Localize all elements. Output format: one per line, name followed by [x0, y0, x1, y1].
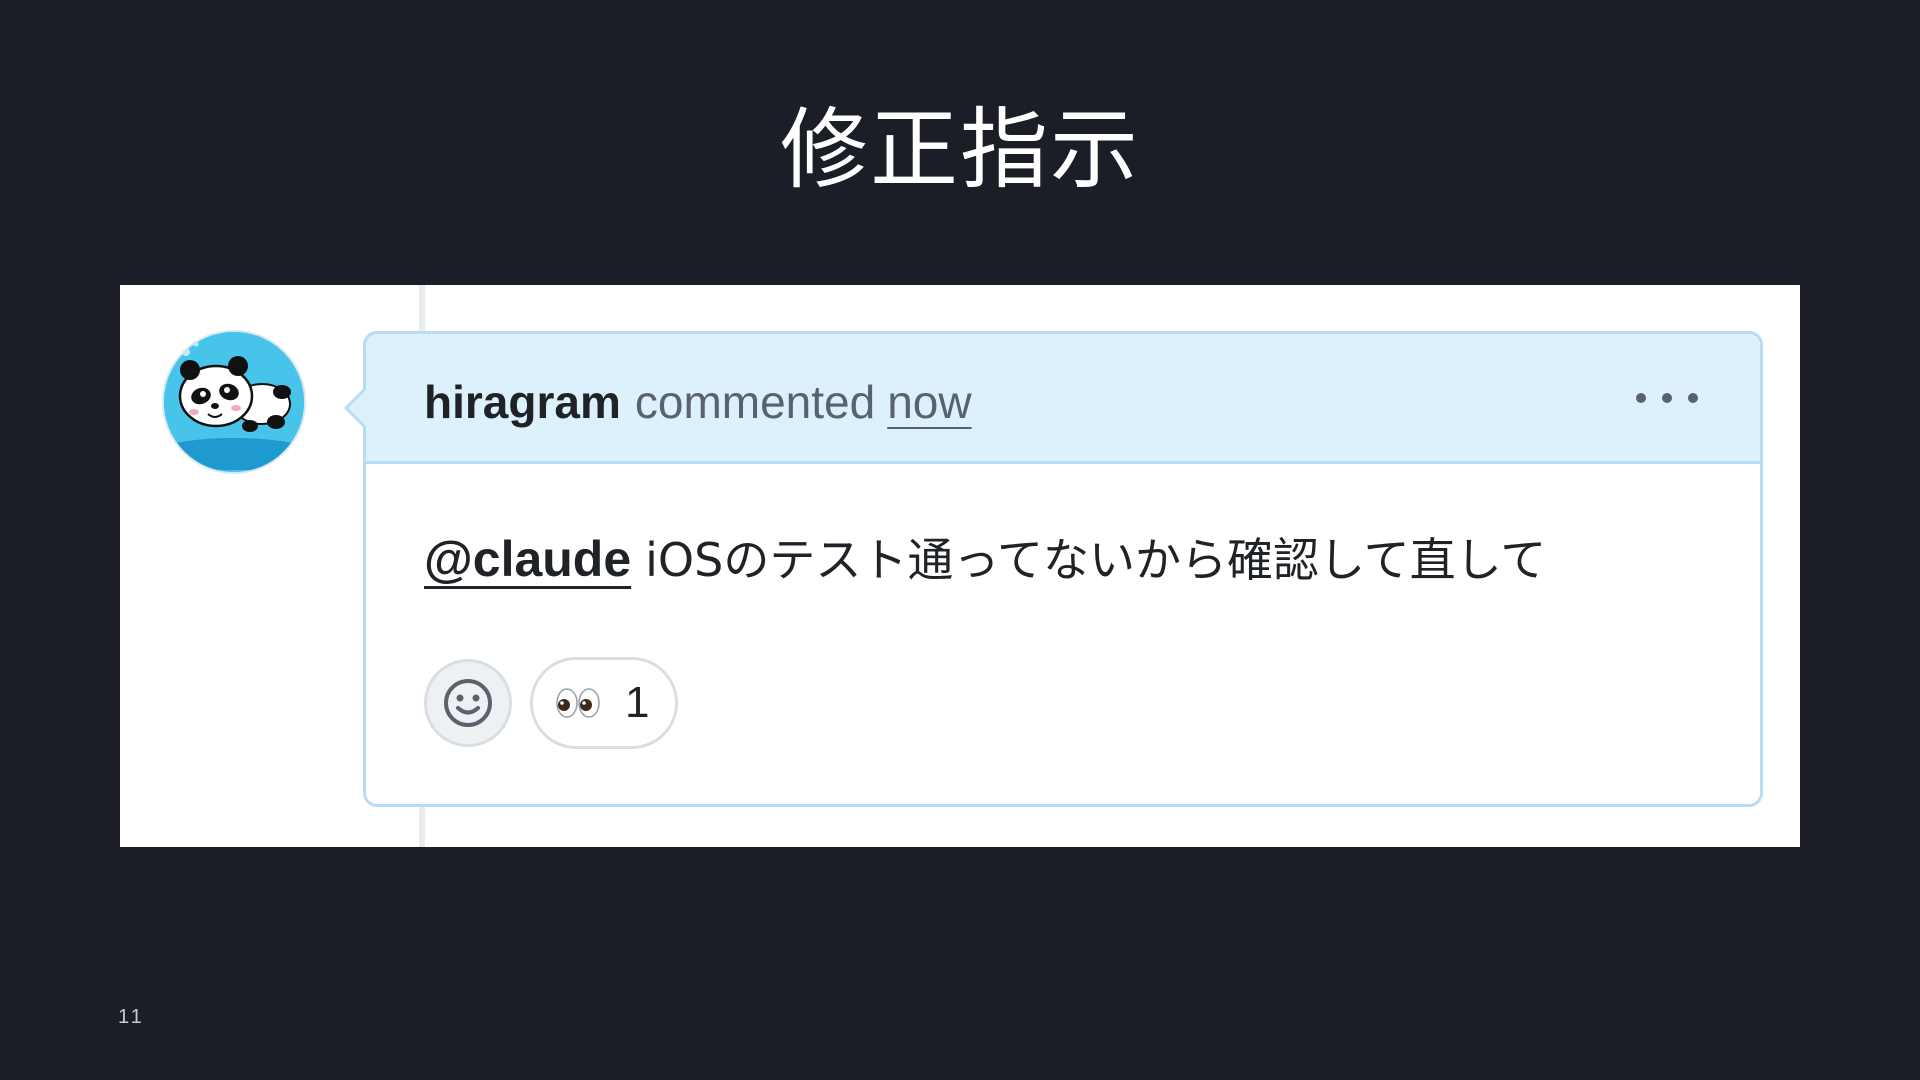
- comment-body: @claude iOSのテスト通ってないから確認して直して: [424, 529, 1546, 590]
- reactions-bar: 1: [424, 657, 678, 749]
- comment-text: iOSのテスト通ってないから確認して直して: [645, 533, 1547, 587]
- comment-header: hiragram commented now: [366, 334, 1760, 464]
- avatar[interactable]: [162, 330, 306, 474]
- eyes-reaction-button[interactable]: 1: [530, 657, 678, 749]
- panda-avatar-icon: [164, 332, 304, 472]
- comment-box: hiragram commented now @claude iOSのテスト通ってない…: [344, 331, 1763, 807]
- smiley-icon: [444, 679, 492, 727]
- add-reaction-button[interactable]: [424, 659, 512, 747]
- slide-title: 修正指示: [779, 98, 1140, 201]
- comment-action: commented: [634, 376, 876, 428]
- reaction-count: 1: [625, 678, 650, 727]
- kebab-dot: [1636, 393, 1646, 403]
- mention-link[interactable]: @claude: [424, 531, 631, 587]
- comment-pointer-fill: [348, 389, 367, 427]
- kebab-dot: [1662, 393, 1672, 403]
- comment-screenshot: hiragram commented now @claude iOSのテスト通ってない…: [120, 285, 1800, 847]
- kebab-dot: [1688, 393, 1698, 403]
- comment-author[interactable]: hiragram: [424, 376, 621, 428]
- eyes-emoji-icon: [555, 687, 601, 719]
- comment-timestamp[interactable]: now: [887, 376, 971, 428]
- comment-header-line: hiragram commented now: [424, 374, 972, 430]
- more-options-icon[interactable]: [1636, 388, 1698, 408]
- page-number: 11: [118, 1006, 145, 1028]
